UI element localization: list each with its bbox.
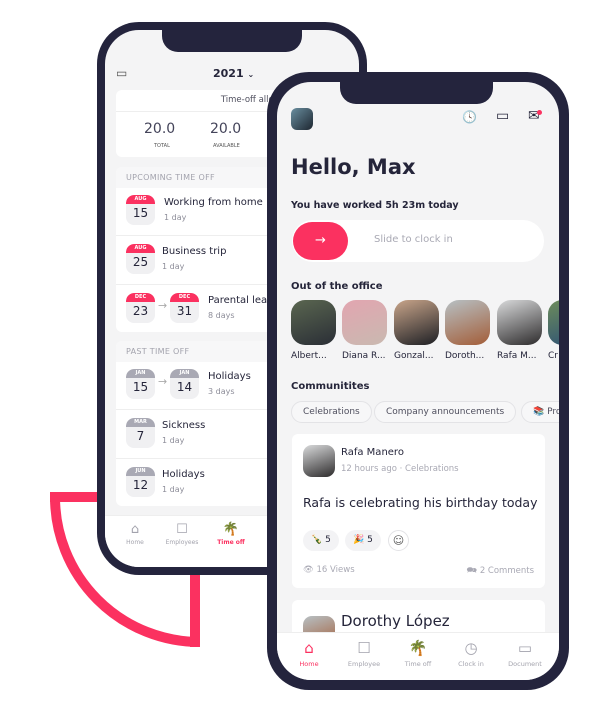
document-icon: ▭ [517, 639, 533, 657]
calendar-icon[interactable]: ▭ [496, 108, 509, 124]
communities-title: Communitites [291, 381, 370, 392]
timeoff-title: Holidays [162, 469, 205, 480]
community-chip[interactable]: Celebrations [291, 401, 372, 423]
out-of-office-title: Out of the office [291, 281, 383, 292]
person-avatar[interactable] [342, 300, 387, 345]
timeoff-duration: 3 days [208, 387, 235, 396]
timeoff-title: Business trip [162, 246, 227, 257]
post-author[interactable]: Dorothy López [341, 612, 450, 630]
palm-tree-icon: 🌴 [408, 639, 428, 657]
home-screen: 🕓 ▭ ✉ Hello, Max You have worked 5h 23m … [277, 82, 559, 680]
worked-time: You have worked 5h 23m today [291, 200, 459, 211]
tab-home[interactable]: ⌂ Home [281, 639, 337, 668]
notch [162, 30, 302, 52]
front-phone: 🕓 ▭ ✉ Hello, Max You have worked 5h 23m … [267, 72, 569, 690]
arrow-right-icon: → [315, 233, 326, 248]
person-avatar[interactable] [445, 300, 490, 345]
arrow-right-icon: → [158, 299, 168, 312]
slider-label: Slide to clock in [374, 234, 453, 245]
palm-tree-icon: 🌴 [222, 522, 240, 537]
timeoff-title: Working from home [164, 197, 263, 208]
home-icon: ⌂ [304, 639, 314, 657]
clock-in-slider[interactable]: → Slide to clock in [292, 220, 544, 262]
year-label: 2021 [213, 67, 244, 80]
total-value: 20.0 [144, 121, 176, 137]
eye-icon: 👁 [303, 565, 314, 575]
timesheet-icon[interactable]: 🕓 [462, 110, 477, 124]
home-icon: ⌂ [130, 522, 140, 537]
calendar-icon[interactable]: ▭ [116, 66, 127, 80]
tab-time-off[interactable]: 🌴 Time off [206, 522, 256, 546]
post-body: Rafa is celebrating his birthday today [303, 495, 538, 510]
tab-document[interactable]: ▭ Document [497, 639, 553, 668]
tab-clock-in[interactable]: ◷ Clock in [443, 639, 499, 668]
available-label: AVAILABLE [213, 143, 240, 149]
add-reaction-icon[interactable]: ☺ [388, 530, 409, 551]
person-name: Rafa M... [497, 351, 537, 361]
person-name: Diana R... [342, 351, 386, 361]
notch [340, 82, 493, 104]
date-badge: DEC 31 [170, 293, 199, 323]
date-badge: MAR 7 [126, 418, 155, 448]
post-meta: 12 hours ago · Celebrations [341, 464, 459, 474]
tab-employee[interactable]: ☐ Employee [336, 639, 392, 668]
person-name: Doroth... [445, 351, 485, 361]
person-avatar[interactable] [394, 300, 439, 345]
decorative-line [190, 570, 200, 647]
date-badge: AUG 25 [126, 244, 155, 274]
notification-dot [536, 110, 542, 115]
post-comments[interactable]: 🗪 2 Comments [467, 565, 534, 579]
timeoff-duration: 1 day [164, 213, 187, 222]
total-label: TOTAL [154, 143, 170, 149]
timeoff-title: Holidays [208, 371, 251, 382]
person-avatar[interactable] [548, 300, 559, 345]
tab-employees[interactable]: ☐ Employees [157, 522, 207, 546]
post-author[interactable]: Rafa Manero [341, 447, 404, 458]
available-value: 20.0 [210, 121, 242, 137]
comments-icon: 🗪 [466, 566, 478, 576]
slider-handle[interactable]: → [293, 222, 348, 260]
timeoff-duration: 1 day [162, 485, 185, 494]
timeoff-duration: 1 day [162, 262, 185, 271]
tab-home[interactable]: ⌂ Home [110, 522, 160, 546]
reaction-chip[interactable]: 🎉 5 [345, 530, 381, 551]
date-badge: JAN 14 [170, 369, 199, 399]
person-name: Cr [548, 351, 558, 361]
timeoff-duration: 8 days [208, 311, 235, 320]
year-selector[interactable]: 2021 ⌄ [213, 67, 254, 80]
reaction-chip[interactable]: 🍾 5 [303, 530, 339, 551]
person-avatar[interactable] [291, 300, 336, 345]
timeoff-title: Sickness [162, 420, 206, 431]
post-card[interactable]: Rafa Manero 12 hours ago · Celebrations … [292, 434, 545, 588]
date-badge: DEC 23 [126, 293, 155, 323]
decorative-line [50, 492, 100, 502]
chevron-down-icon: ⌄ [247, 70, 255, 79]
date-badge: AUG 15 [126, 195, 155, 225]
author-avatar[interactable] [303, 445, 335, 477]
employee-icon: ☐ [357, 639, 371, 657]
person-name: Albert... [291, 351, 327, 361]
arrow-right-icon: → [158, 375, 168, 388]
person-name: Gonzal... [394, 351, 434, 361]
community-chip[interactable]: 📚 Pro [521, 401, 559, 423]
inbox-icon[interactable]: ✉ [528, 108, 542, 124]
community-chip[interactable]: Company announcements [374, 401, 517, 423]
person-avatar[interactable] [497, 300, 542, 345]
date-badge: JUN 12 [126, 467, 155, 497]
timeoff-duration: 1 day [162, 436, 185, 445]
clock-icon: ◷ [464, 639, 478, 657]
user-avatar[interactable] [291, 108, 313, 130]
tab-bar: ⌂ Home ☐ Employee 🌴 Time off ◷ Clock in ▭ Doc… [277, 632, 559, 680]
date-badge: JAN 15 [126, 369, 155, 399]
employee-icon: ☐ [176, 522, 188, 537]
greeting: Hello, Max [291, 155, 416, 179]
tab-time-off[interactable]: 🌴 Time off [390, 639, 446, 668]
post-views: 👁 16 Views [303, 565, 355, 575]
